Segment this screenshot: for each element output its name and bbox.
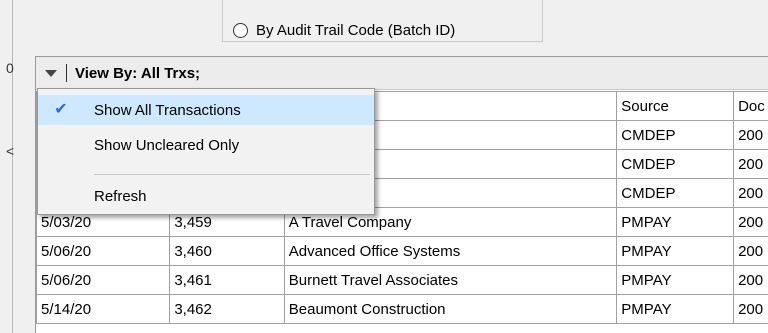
left-panel-border	[12, 0, 13, 333]
cell-doc: 200	[733, 178, 768, 208]
dropdown-arrow-icon	[45, 69, 57, 77]
cell-doc: 200	[733, 236, 768, 266]
checkmark-icon: ✔	[54, 101, 68, 118]
cell-doc: 200	[733, 294, 768, 324]
radio-label: By Audit Trail Code (Batch ID)	[256, 22, 456, 39]
left-text-fragment: <	[6, 143, 15, 159]
cell-doc: 200	[733, 120, 768, 150]
cell-doc: 200	[733, 149, 768, 179]
cell-source: PMPAY	[616, 294, 735, 324]
cell-doc: 200	[733, 207, 768, 237]
cell-source: PMPAY	[616, 265, 735, 295]
table-row[interactable]: 5/14/20 3,462 Beaumont Construction PMPA…	[35, 294, 768, 324]
cell-date: 5/06/20	[35, 236, 171, 266]
cell-description: Beaumont Construction	[283, 294, 618, 324]
view-by-label: View By: All Trxs;	[75, 64, 201, 82]
table-row[interactable]: 5/06/20 3,461 Burnett Travel Associates …	[35, 265, 768, 295]
radio-button[interactable]	[233, 23, 248, 38]
cell-number: 3,461	[169, 265, 285, 295]
grid-toolbar: View By: All Trxs;	[36, 57, 768, 90]
cell-source: PMPAY	[616, 236, 735, 266]
view-dropdown-button[interactable]	[36, 57, 66, 90]
window: 0 < By Audit Trail Code (Batch ID) View …	[0, 0, 768, 333]
cell-source: CMDEP	[616, 120, 735, 150]
cell-source: CMDEP	[616, 178, 735, 208]
cell-doc: 200	[733, 265, 768, 295]
toolbar-separator	[66, 64, 67, 82]
table-row[interactable]: 5/06/20 3,460 Advanced Office Systems PM…	[35, 236, 768, 266]
view-by-context-menu: ✔ Show All Transactions Show Uncleared O…	[37, 88, 375, 215]
left-text-fragment: 0	[6, 60, 14, 76]
menu-separator	[94, 174, 370, 175]
view-options-group: By Audit Trail Code (Batch ID)	[222, 0, 543, 42]
menu-item-label: Refresh	[94, 187, 147, 205]
column-header-source[interactable]: Source	[616, 91, 735, 121]
column-header-doc[interactable]: Doc	[733, 91, 768, 121]
cell-source: CMDEP	[616, 149, 735, 179]
menu-item-label: Show Uncleared Only	[94, 136, 240, 154]
menu-item-show-uncleared-only[interactable]: Show Uncleared Only	[38, 130, 374, 160]
cell-description: Burnett Travel Associates	[283, 265, 618, 295]
cell-date: 5/14/20	[35, 294, 171, 324]
cell-description: Advanced Office Systems	[283, 236, 618, 266]
audit-trail-radio-option[interactable]: By Audit Trail Code (Batch ID)	[233, 22, 455, 39]
cell-number: 3,460	[169, 236, 285, 266]
menu-item-refresh[interactable]: Refresh	[38, 181, 374, 211]
menu-item-show-all-transactions[interactable]: ✔ Show All Transactions	[38, 95, 374, 125]
menu-item-label: Show All Transactions	[94, 101, 241, 119]
cell-date: 5/06/20	[35, 265, 171, 295]
cell-source: PMPAY	[616, 207, 735, 237]
cell-number: 3,462	[169, 294, 285, 324]
